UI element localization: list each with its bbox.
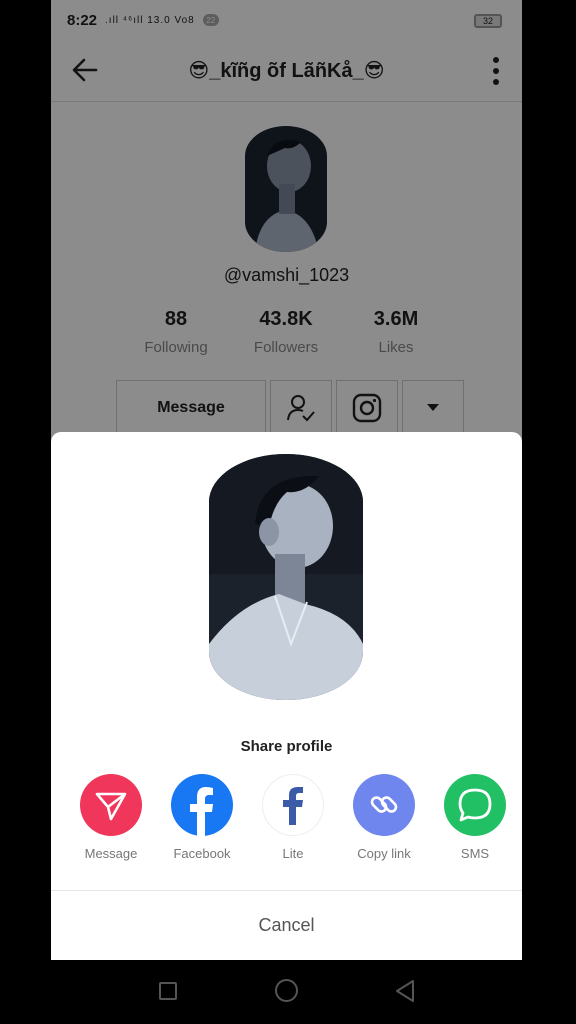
share-facebook-circle: [171, 774, 233, 836]
share-option-lite[interactable]: Lite: [255, 774, 331, 861]
back-triangle-icon[interactable]: [394, 979, 416, 1003]
share-option-facebook[interactable]: Facebook: [164, 774, 240, 861]
share-label: Copy link: [357, 846, 411, 861]
link-icon: [370, 796, 398, 813]
share-profile-title: Share profile: [240, 738, 333, 755]
share-option-message[interactable]: Message: [73, 774, 149, 861]
paper-plane-icon: [95, 792, 127, 821]
share-option-copy-link[interactable]: Copy link: [346, 774, 422, 861]
share-profile-avatar: [209, 454, 363, 700]
share-label: Lite: [282, 846, 304, 861]
facebook-lite-icon: [283, 787, 303, 825]
chat-bubble-icon: [458, 788, 492, 822]
share-label: Facebook: [173, 846, 231, 861]
cancel-button[interactable]: Cancel: [51, 891, 522, 960]
share-label: SMS: [460, 846, 490, 861]
share-copy-link-circle: [353, 774, 415, 836]
share-options: Message Facebook Lite Copy link SMS: [73, 774, 513, 861]
share-sms-circle: [444, 774, 506, 836]
home-icon[interactable]: [275, 979, 298, 1002]
share-sheet: Share profile Message Facebook Lite Copy…: [51, 432, 522, 960]
recents-icon[interactable]: [159, 982, 177, 1000]
facebook-icon: [190, 787, 213, 836]
share-message-circle: [80, 774, 142, 836]
app-screen: 8:22 .ıll ⁴⁶ıll 13.0 Vo8 22 32 😎_kĩñg õf…: [51, 0, 522, 960]
share-option-sms[interactable]: SMS: [437, 774, 513, 861]
share-label: Message: [84, 846, 138, 861]
share-lite-circle: [262, 774, 324, 836]
